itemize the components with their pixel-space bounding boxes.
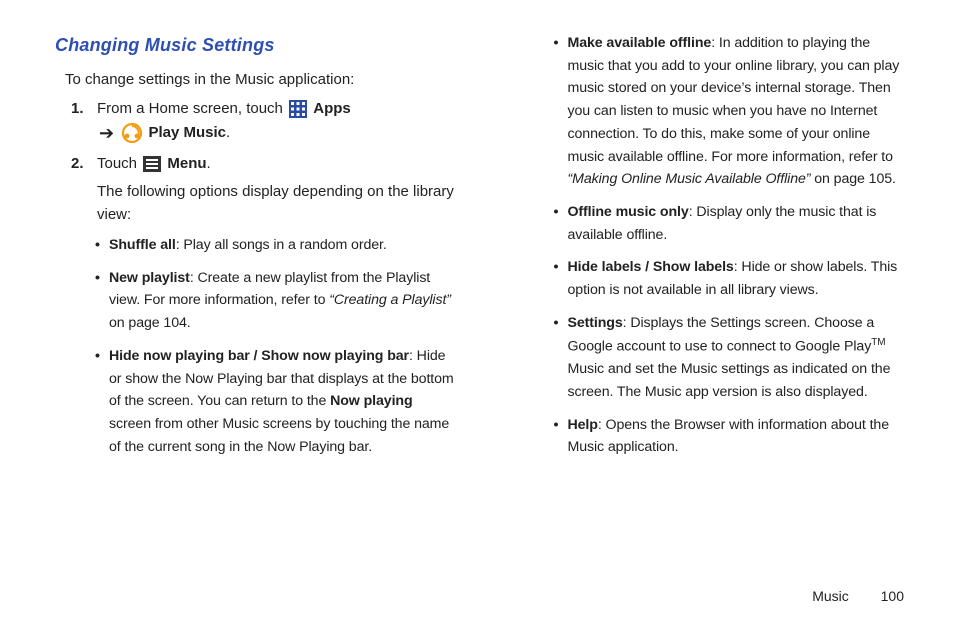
section-heading: Changing Music Settings: [55, 32, 455, 60]
bullet-text: screen from other Music screens by touch…: [109, 416, 449, 455]
left-bullets: Shuffle all: Play all songs in a random …: [95, 234, 455, 458]
step-2: 2. Touch Menu. The following options dis…: [71, 152, 455, 226]
cross-ref: “Creating a Playlist”: [329, 292, 451, 308]
bullet-lead: Hide labels / Show labels: [568, 259, 734, 275]
bullet-lead: Shuffle all: [109, 237, 176, 253]
bullet-lead: Make available offline: [568, 35, 712, 51]
bullet-lead: Settings: [568, 315, 623, 331]
right-bullets: Make available offline: In addition to p…: [554, 32, 910, 459]
bullet-text: : In addition to playing the music that …: [568, 35, 900, 165]
bullet-text: Music and set the Music settings as indi…: [568, 361, 891, 400]
play-music-icon: [122, 123, 142, 143]
bullet-bold: Now playing: [330, 393, 412, 409]
bullet-text: : Play all songs in a random order.: [176, 237, 387, 253]
list-item: Settings: Displays the Settings screen. …: [554, 312, 910, 404]
play-music-label: Play Music: [148, 124, 226, 141]
list-item: Offline music only: Display only the mus…: [554, 201, 910, 246]
step-number: 1.: [71, 97, 97, 148]
cross-ref: “Making Online Music Available Offline”: [568, 171, 811, 187]
bullet-lead: Help: [568, 417, 598, 433]
bullet-lead: Offline music only: [568, 204, 689, 220]
steps-list: 1. From a Home screen, touch Apps ➔ Play…: [71, 97, 455, 226]
page-footer: Music 100: [812, 586, 904, 608]
apps-icon: [289, 100, 307, 118]
bullet-lead: New playlist: [109, 270, 190, 286]
step-body: From a Home screen, touch Apps ➔ Play Mu…: [97, 97, 455, 148]
list-item: Hide now playing bar / Show now playing …: [95, 345, 455, 459]
step-number: 2.: [71, 152, 97, 226]
list-item: New playlist: Create a new playlist from…: [95, 267, 455, 335]
step-dot: .: [226, 124, 230, 141]
menu-label: Menu: [167, 155, 206, 172]
trademark: TM: [871, 337, 885, 348]
step-after-text: The following options display depending …: [97, 180, 455, 227]
list-item: Shuffle all: Play all songs in a random …: [95, 234, 455, 257]
list-item: Make available offline: In addition to p…: [554, 32, 910, 191]
chapter-name: Music: [812, 588, 849, 604]
step-body: Touch Menu. The following options displa…: [97, 152, 455, 226]
step-dot: .: [207, 155, 211, 172]
intro-text: To change settings in the Music applicat…: [65, 68, 455, 91]
page-columns: Changing Music Settings To change settin…: [55, 32, 909, 469]
bullet-text: : Opens the Browser with information abo…: [568, 417, 890, 456]
bullet-text: on page 105.: [810, 171, 895, 187]
step-text: Touch: [97, 155, 141, 172]
menu-icon: [143, 156, 161, 172]
bullet-lead: Hide now playing bar / Show now playing …: [109, 348, 409, 364]
step-text: From a Home screen, touch: [97, 100, 287, 117]
page-number: 100: [881, 588, 904, 604]
arrow-icon: ➔: [99, 120, 114, 148]
right-column: Make available offline: In addition to p…: [510, 32, 910, 469]
step-1: 1. From a Home screen, touch Apps ➔ Play…: [71, 97, 455, 148]
list-item: Hide labels / Show labels: Hide or show …: [554, 256, 910, 301]
bullet-text: on page 104.: [109, 315, 191, 331]
apps-label: Apps: [313, 100, 351, 117]
list-item: Help: Opens the Browser with information…: [554, 414, 910, 459]
left-column: Changing Music Settings To change settin…: [55, 32, 455, 469]
